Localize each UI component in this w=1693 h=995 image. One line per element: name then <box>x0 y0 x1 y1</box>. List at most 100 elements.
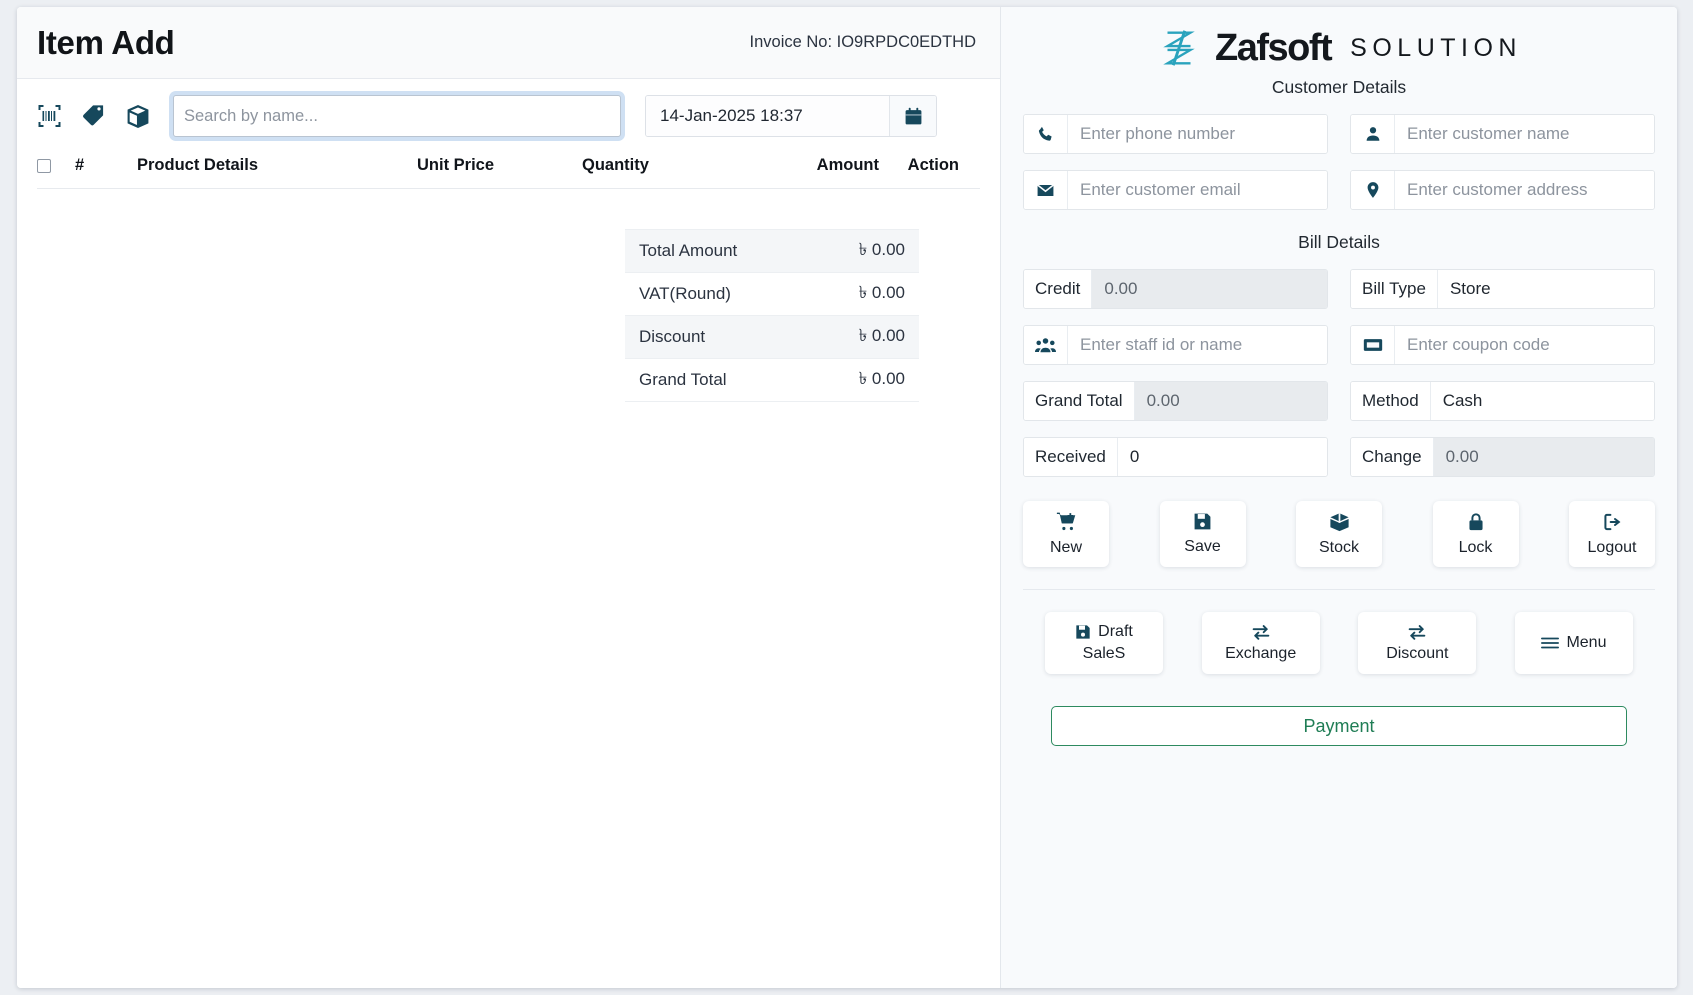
staff-input[interactable] <box>1068 326 1327 364</box>
credit-field[interactable]: Credit <box>1023 269 1328 309</box>
total-row-grand-total: Grand Total ৳ 0.00 <box>625 359 919 402</box>
table-header-row: # Product Details Unit Price Quantity Am… <box>37 147 980 189</box>
credit-label: Credit <box>1024 270 1093 308</box>
draft-sales-label-top: Draft <box>1098 623 1133 640</box>
payment-button[interactable]: Payment <box>1051 706 1627 746</box>
secondary-action-buttons: Draft SaleS Exchange Discount Menu <box>1023 612 1655 674</box>
total-row-discount: Discount ৳ 0.00 <box>625 316 919 359</box>
lock-button[interactable]: Lock <box>1432 501 1519 567</box>
barcode-scan-icon[interactable] <box>37 104 62 128</box>
total-row-vat: VAT(Round) ৳ 0.00 <box>625 273 919 316</box>
credit-input <box>1092 270 1327 308</box>
grand-total-input <box>1134 382 1327 420</box>
customer-email-input[interactable] <box>1068 171 1327 209</box>
column-header-product: Product Details <box>137 156 259 174</box>
envelope-icon <box>1024 171 1068 209</box>
date-time-value[interactable]: 14-Jan-2025 18:37 <box>646 96 889 136</box>
save-button[interactable]: Save <box>1159 501 1246 567</box>
select-all-checkbox[interactable] <box>37 158 51 173</box>
customer-email-field[interactable] <box>1023 170 1328 210</box>
method-field[interactable]: Method <box>1350 381 1655 421</box>
method-input[interactable] <box>1430 382 1654 420</box>
price-tag-icon[interactable] <box>81 104 106 128</box>
received-label: Received <box>1024 438 1118 476</box>
calendar-icon[interactable] <box>889 96 936 136</box>
bill-type-input[interactable] <box>1437 270 1654 308</box>
menu-button[interactable]: Menu <box>1514 612 1633 674</box>
exchange-label: Exchange <box>1225 645 1297 662</box>
change-field[interactable]: Change <box>1350 437 1655 477</box>
items-table: # Product Details Unit Price Quantity Am… <box>17 147 1000 189</box>
menu-label: Menu <box>1566 634 1607 651</box>
phone-field[interactable] <box>1023 114 1328 154</box>
primary-action-buttons: New Save Stock Lock Logout <box>1023 501 1655 590</box>
logout-button-label: Logout <box>1587 538 1637 556</box>
change-label: Change <box>1351 438 1434 476</box>
staff-group-icon <box>1024 326 1068 364</box>
save-button-label: Save <box>1184 538 1221 555</box>
column-header-quantity: Quantity <box>582 156 649 174</box>
logout-button[interactable]: Logout <box>1569 501 1655 567</box>
left-panel-header: Item Add Invoice No: IO9RPDC0EDTHD <box>17 7 1000 79</box>
floppy-save-icon <box>1075 624 1091 640</box>
person-icon <box>1351 115 1395 153</box>
coupon-field[interactable] <box>1350 325 1655 365</box>
search-input-wrapper[interactable] <box>173 95 621 137</box>
search-input[interactable] <box>184 106 610 126</box>
total-label: Grand Total <box>639 370 727 389</box>
total-label: Discount <box>639 327 706 346</box>
customer-fields-grid <box>1023 114 1655 210</box>
item-toolbar: 14-Jan-2025 18:37 <box>17 79 1000 147</box>
zafsoft-mark-icon <box>1156 25 1202 71</box>
phone-input[interactable] <box>1068 115 1327 153</box>
discount-button[interactable]: Discount <box>1358 612 1477 674</box>
coupon-ticket-icon <box>1351 326 1395 364</box>
received-input[interactable] <box>1117 438 1327 476</box>
cart-plus-icon <box>1056 511 1077 532</box>
package-box-icon[interactable] <box>125 104 151 129</box>
staff-field[interactable] <box>1023 325 1328 365</box>
column-header-action: Action <box>907 156 959 174</box>
method-label: Method <box>1351 382 1431 420</box>
exchange-button[interactable]: Exchange <box>1201 612 1320 674</box>
new-button[interactable]: New <box>1023 501 1109 567</box>
change-input <box>1433 438 1654 476</box>
total-row-total-amount: Total Amount ৳ 0.00 <box>625 230 919 273</box>
total-value: ৳ 0.00 <box>858 283 905 302</box>
customer-details-title: Customer Details <box>1271 77 1407 97</box>
lock-button-label: Lock <box>1458 538 1493 556</box>
grand-total-field[interactable]: Grand Total <box>1023 381 1328 421</box>
exchange-arrows-icon <box>1407 623 1427 641</box>
logout-arrow-icon <box>1602 512 1623 532</box>
phone-icon <box>1024 115 1068 153</box>
totals-summary: Total Amount ৳ 0.00 VAT(Round) ৳ 0.00 Di… <box>625 229 919 402</box>
grand-total-label: Grand Total <box>1024 382 1135 420</box>
discount-label: Discount <box>1386 645 1449 662</box>
brand-suffix: SOLUTION <box>1350 33 1522 62</box>
customer-address-input[interactable] <box>1395 171 1654 209</box>
total-label: VAT(Round) <box>639 284 731 303</box>
total-label: Total Amount <box>639 241 738 260</box>
padlock-icon <box>1467 512 1485 532</box>
draft-sales-button[interactable]: Draft SaleS <box>1045 612 1163 674</box>
bill-type-field[interactable]: Bill Type <box>1350 269 1655 309</box>
new-button-label: New <box>1049 539 1082 556</box>
stock-button[interactable]: Stock <box>1296 501 1382 567</box>
received-field[interactable]: Received <box>1023 437 1328 477</box>
coupon-input[interactable] <box>1395 326 1654 364</box>
stock-button-label: Stock <box>1318 538 1359 556</box>
draft-sales-label-bottom: SaleS <box>1082 645 1126 662</box>
location-pin-icon <box>1351 171 1395 209</box>
bill-details-title: Bill Details <box>1298 232 1380 252</box>
invoice-number: Invoice No: IO9RPDC0EDTHD <box>749 33 976 51</box>
floppy-save-icon <box>1193 512 1212 531</box>
total-value: ৳ 0.00 <box>858 240 905 259</box>
customer-address-field[interactable] <box>1350 170 1655 210</box>
box-open-icon <box>1329 512 1350 532</box>
bill-fields-grid: Credit Bill Type <box>1023 269 1655 477</box>
bill-type-label: Bill Type <box>1351 270 1438 308</box>
page-title: Item Add <box>37 23 175 61</box>
customer-name-input[interactable] <box>1395 115 1654 153</box>
brand-logo: Zafsoft SOLUTION <box>1023 25 1655 71</box>
customer-name-field[interactable] <box>1350 114 1655 154</box>
